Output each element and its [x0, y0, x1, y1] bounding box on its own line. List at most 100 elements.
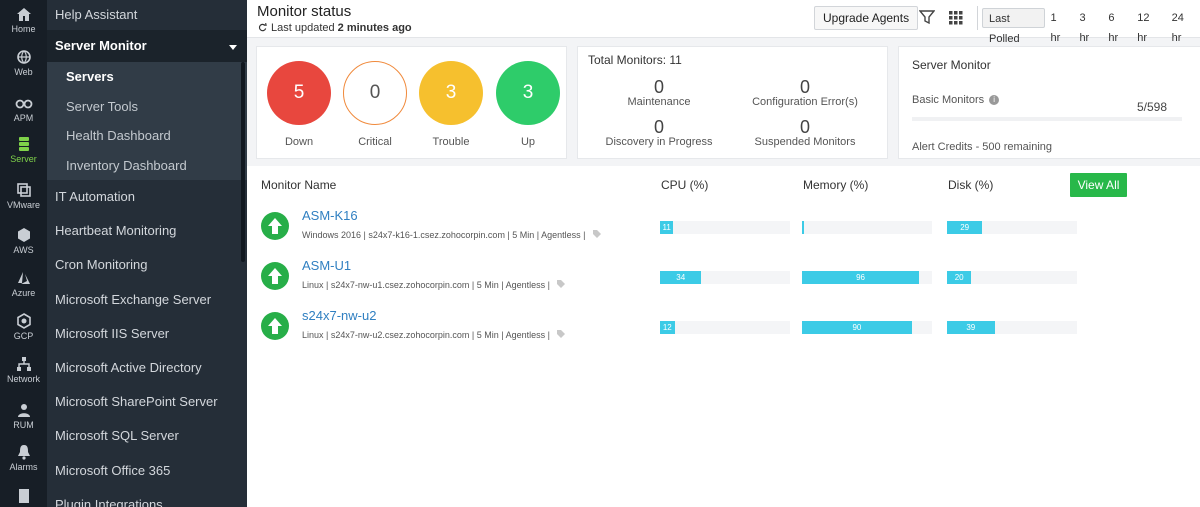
- sidebar-item-help-assistant[interactable]: Help Assistant: [47, 0, 247, 30]
- monitor-name-link[interactable]: s24x7-nw-u2: [302, 308, 376, 323]
- rail-label: Network: [6, 374, 40, 384]
- status-critical-circle[interactable]: 0: [343, 61, 407, 125]
- disk-bar-fill: 20: [947, 271, 972, 284]
- sidebar-submenu: Servers Server Tools Health Dashboard In…: [47, 62, 247, 180]
- home-icon: [16, 8, 31, 21]
- aws-icon: [17, 228, 30, 242]
- tag-icon[interactable]: [556, 279, 566, 290]
- total-monitors-card: Total Monitors: 11 0 Maintenance 0 Confi…: [577, 46, 888, 159]
- report-icon: [18, 489, 29, 503]
- rail-rum[interactable]: RUM: [0, 402, 47, 430]
- rail-apm[interactable]: APM: [0, 95, 47, 123]
- globe-icon: [16, 50, 31, 64]
- rail-vmware[interactable]: VMware: [0, 182, 47, 210]
- bell-icon: [17, 445, 30, 460]
- monitor-name-link[interactable]: ASM-U1: [302, 258, 351, 273]
- stat-value: 0: [799, 117, 810, 137]
- period-3hr[interactable]: 3 hr: [1073, 8, 1102, 44]
- rail-aws[interactable]: AWS: [0, 227, 47, 255]
- column-cpu[interactable]: CPU (%): [661, 178, 708, 192]
- upgrade-agents-button[interactable]: Upgrade Agents: [814, 6, 919, 30]
- sidebar-item-it-automation[interactable]: IT Automation: [47, 180, 247, 214]
- status-trouble-circle[interactable]: 3: [419, 61, 483, 125]
- rail-azure[interactable]: Azure: [0, 270, 47, 298]
- sidebar-item-office-365[interactable]: Microsoft Office 365: [47, 454, 247, 488]
- period-6hr[interactable]: 6 hr: [1102, 8, 1131, 44]
- server-monitor-title: Server Monitor: [912, 58, 991, 72]
- rail-web[interactable]: Web: [0, 49, 47, 77]
- monitor-name-link[interactable]: ASM-K16: [302, 208, 358, 223]
- status-up-label: Up: [520, 136, 536, 148]
- period-12hr[interactable]: 12 hr: [1131, 8, 1165, 44]
- main-content: Monitor status Last updated 2 minutes ag…: [247, 0, 1200, 507]
- sidebar-item-cron-monitoring[interactable]: Cron Monitoring: [47, 248, 247, 282]
- sidebar-item-exchange-server[interactable]: Microsoft Exchange Server: [47, 283, 247, 317]
- stat-label: Maintenance: [627, 96, 691, 108]
- rail-more[interactable]: [0, 488, 47, 506]
- sidebar-subitem-health-dashboard[interactable]: Health Dashboard: [47, 121, 247, 151]
- column-disk[interactable]: Disk (%): [948, 178, 993, 192]
- stat-value: 0: [653, 77, 664, 97]
- memory-bar-fill: [802, 221, 804, 234]
- sidebar-section-server-monitor[interactable]: Server Monitor: [47, 30, 247, 62]
- rail-label: Web: [14, 67, 33, 77]
- discovery-stat[interactable]: 0 Discovery in Progress: [584, 117, 734, 148]
- cpu-bar-fill: 12: [660, 321, 675, 334]
- sidebar-subitem-servers[interactable]: Servers: [47, 62, 247, 92]
- filter-icon[interactable]: [919, 9, 935, 25]
- gcp-icon: [16, 313, 31, 329]
- period-1hr[interactable]: 1 hr: [1045, 8, 1074, 44]
- sidebar-item-iis-server[interactable]: Microsoft IIS Server: [47, 317, 247, 351]
- sidebar-item-plugin-integrations[interactable]: Plugin Integrations: [47, 488, 247, 507]
- column-monitor-name[interactable]: Monitor Name: [261, 178, 336, 192]
- table-row[interactable]: ASM-K16 Windows 2016 | s24x7-k16-1.csez.z…: [247, 204, 1200, 254]
- view-all-button[interactable]: View All: [1070, 173, 1127, 197]
- grid-view-icon[interactable]: [949, 11, 963, 25]
- rail-network[interactable]: Network: [0, 356, 47, 384]
- basic-monitors-label: Basic Monitors i: [912, 94, 1000, 106]
- sidebar-item-active-directory[interactable]: Microsoft Active Directory: [47, 351, 247, 385]
- status-up-circle[interactable]: 3: [496, 61, 560, 125]
- sidebar-subitem-inventory-dashboard[interactable]: Inventory Dashboard: [47, 151, 247, 181]
- table-row[interactable]: ASM-U1 Linux | s24x7-nw-u1.csez.zohocorpi…: [247, 254, 1200, 304]
- disk-bar-track: 29: [947, 221, 1077, 234]
- cpu-bar-track: 12: [660, 321, 790, 334]
- sidebar-item-sharepoint-server[interactable]: Microsoft SharePoint Server: [47, 385, 247, 419]
- table-row[interactable]: s24x7-nw-u2 Linux | s24x7-nw-u2.csez.zoho…: [247, 304, 1200, 354]
- rum-icon: [17, 404, 30, 417]
- page-title: Monitor status: [257, 3, 352, 20]
- icon-rail: Home Web APM Server VMware AWS Azure GCP…: [0, 0, 47, 507]
- suspended-stat[interactable]: 0 Suspended Monitors: [730, 117, 880, 148]
- config-error-stat[interactable]: 0 Configuration Error(s): [730, 77, 880, 108]
- stat-label: Configuration Error(s): [752, 96, 858, 108]
- refresh-icon[interactable]: [258, 22, 267, 32]
- period-24hr[interactable]: 24 hr: [1166, 8, 1200, 44]
- status-down-label: Down: [284, 136, 314, 148]
- period-last-polled[interactable]: Last Polled: [982, 8, 1045, 45]
- stat-label: Discovery in Progress: [605, 136, 713, 148]
- rail-gcp[interactable]: GCP: [0, 313, 47, 341]
- tag-icon[interactable]: [592, 229, 602, 240]
- rail-alarms[interactable]: Alarms: [0, 444, 47, 472]
- info-icon[interactable]: i: [989, 95, 1000, 106]
- rail-home[interactable]: Home: [0, 6, 47, 34]
- sidebar-scrollbar[interactable]: [241, 62, 245, 262]
- rail-label: Alarms: [9, 462, 38, 472]
- sidebar-subitem-server-tools[interactable]: Server Tools: [47, 92, 247, 122]
- header-bar: Monitor status Last updated 2 minutes ag…: [247, 0, 1200, 45]
- maintenance-stat[interactable]: 0 Maintenance: [584, 77, 734, 108]
- sidebar-section-label: Server Monitor: [55, 38, 147, 53]
- rail-server[interactable]: Server: [0, 136, 47, 164]
- status-critical-label: Critical: [358, 136, 392, 148]
- memory-bar-track: 96: [802, 271, 932, 284]
- rail-label: Home: [11, 24, 36, 34]
- status-down-circle[interactable]: 5: [267, 61, 331, 125]
- tag-icon[interactable]: [556, 329, 566, 340]
- monitor-meta: Windows 2016 | s24x7-k16-1.csez.zohocorp…: [302, 229, 602, 240]
- column-memory[interactable]: Memory (%): [803, 178, 868, 192]
- cpu-bar-fill: 34: [660, 271, 702, 284]
- sidebar-item-heartbeat-monitoring[interactable]: Heartbeat Monitoring: [47, 214, 247, 248]
- rail-label: RUM: [13, 420, 34, 430]
- sidebar-item-sql-server[interactable]: Microsoft SQL Server: [47, 419, 247, 453]
- monitor-meta-text: Linux | s24x7-nw-u2.csez.zohocorpin.com …: [302, 330, 550, 340]
